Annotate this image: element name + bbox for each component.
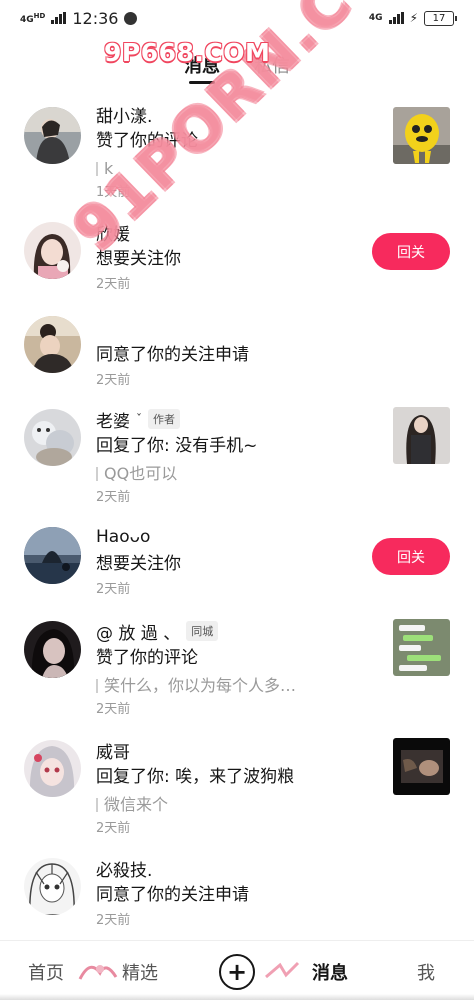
follow-back-button[interactable]: 回关 bbox=[372, 538, 450, 575]
action-text: 回复了你: 唉，来了波狗粮 bbox=[96, 767, 295, 787]
user-name[interactable]: 老婆 bbox=[96, 407, 130, 432]
action-text: 想要关注你 bbox=[96, 554, 181, 574]
user-name[interactable]: 甜小漾. bbox=[96, 102, 152, 127]
timestamp: 2天前 bbox=[96, 821, 131, 836]
quote-text: 笑什么，你以为每个人多… bbox=[96, 673, 296, 699]
network-hd: HD bbox=[33, 11, 46, 20]
user-name[interactable]: @ 放 過 、 bbox=[96, 619, 180, 644]
thumbnail-image bbox=[393, 407, 450, 464]
avatar-image bbox=[24, 740, 81, 797]
avatar[interactable] bbox=[24, 316, 81, 373]
signal-icon-right bbox=[388, 12, 404, 24]
avatar[interactable] bbox=[24, 858, 81, 915]
thumbnail-image bbox=[393, 619, 450, 676]
network-type: 4G bbox=[20, 14, 34, 25]
battery-icon: 17 bbox=[424, 10, 457, 26]
user-name[interactable]: Haoᴗo bbox=[96, 527, 150, 547]
avatar-image bbox=[24, 107, 81, 164]
avatar-image bbox=[24, 316, 81, 373]
create-post-button[interactable]: + bbox=[219, 954, 255, 990]
avatar[interactable] bbox=[24, 527, 81, 584]
decoration-sticker-icon bbox=[265, 961, 300, 979]
chevron-down-icon: ˇ bbox=[136, 412, 142, 426]
avatar[interactable] bbox=[24, 222, 81, 279]
timestamp: 2天前 bbox=[96, 490, 131, 505]
avatar-image bbox=[24, 858, 81, 915]
status-right: 4G ⚡ 17 bbox=[368, 10, 457, 26]
follow-back-button[interactable]: 回关 bbox=[372, 233, 450, 270]
nav-featured[interactable]: 精选 bbox=[122, 959, 158, 985]
plus-icon: + bbox=[226, 958, 248, 986]
user-name[interactable]: 必殺技. bbox=[96, 856, 152, 881]
avatar-image bbox=[24, 621, 81, 678]
timestamp: 2天前 bbox=[96, 582, 131, 597]
post-thumbnail[interactable] bbox=[393, 619, 450, 676]
avatar-image bbox=[24, 527, 81, 584]
bottom-shade bbox=[0, 994, 474, 1000]
timestamp: 1天前 bbox=[96, 185, 131, 200]
status-left: 4GHD 12:36 bbox=[20, 8, 138, 28]
avatar-image bbox=[24, 409, 81, 466]
network-indicator: 4GHD bbox=[20, 12, 45, 25]
avatar[interactable] bbox=[24, 409, 81, 466]
bottom-nav: 首页 精选 + 消息 我 bbox=[0, 940, 474, 1000]
action-text: 赞了你的评论 bbox=[96, 131, 198, 151]
avatar[interactable] bbox=[24, 740, 81, 797]
charging-icon: ⚡ bbox=[409, 11, 418, 25]
quote-text: QQ也可以 bbox=[96, 461, 257, 487]
action-text: 想要关注你 bbox=[96, 249, 181, 269]
quote-text: k bbox=[96, 156, 198, 182]
network-type-right: 4G bbox=[368, 12, 383, 23]
signal-icon bbox=[51, 12, 67, 24]
post-thumbnail[interactable] bbox=[393, 107, 450, 164]
post-thumbnail[interactable] bbox=[393, 407, 450, 464]
nav-messages[interactable]: 消息 bbox=[312, 959, 348, 985]
decoration-sticker-icon bbox=[78, 965, 118, 980]
action-text: 赞了你的评论 bbox=[96, 648, 198, 668]
action-text: 回复了你: 没有手机~ bbox=[96, 436, 258, 456]
timestamp: 2天前 bbox=[96, 702, 131, 717]
thumbnail-image bbox=[393, 738, 450, 795]
author-badge: 作者 bbox=[148, 409, 180, 429]
timestamp: 2天前 bbox=[96, 373, 131, 388]
avatar-image bbox=[24, 222, 81, 279]
user-name[interactable]: 威哥 bbox=[96, 738, 130, 763]
watermark-top: 9P668.COM bbox=[104, 38, 271, 67]
quote-text: 微信来个 bbox=[96, 792, 294, 818]
nav-me[interactable]: 我 bbox=[417, 959, 435, 985]
status-bar: 4GHD 12:36 4G ⚡ 17 bbox=[0, 0, 474, 36]
action-text: 同意了你的关注申请 bbox=[96, 885, 249, 905]
user-name[interactable]: 欣媛 bbox=[96, 220, 130, 245]
thumbnail-image bbox=[393, 107, 450, 164]
local-badge: 同城 bbox=[186, 621, 219, 641]
post-thumbnail[interactable] bbox=[393, 738, 450, 795]
app-notification-icon bbox=[124, 11, 138, 25]
status-time: 12:36 bbox=[72, 8, 119, 28]
battery-level: 17 bbox=[432, 12, 446, 24]
nav-home[interactable]: 首页 bbox=[28, 959, 64, 985]
avatar[interactable] bbox=[24, 621, 81, 678]
timestamp: 2天前 bbox=[96, 913, 131, 928]
avatar[interactable] bbox=[24, 107, 81, 164]
timestamp: 2天前 bbox=[96, 277, 131, 292]
action-text: 同意了你的关注申请 bbox=[96, 345, 249, 365]
